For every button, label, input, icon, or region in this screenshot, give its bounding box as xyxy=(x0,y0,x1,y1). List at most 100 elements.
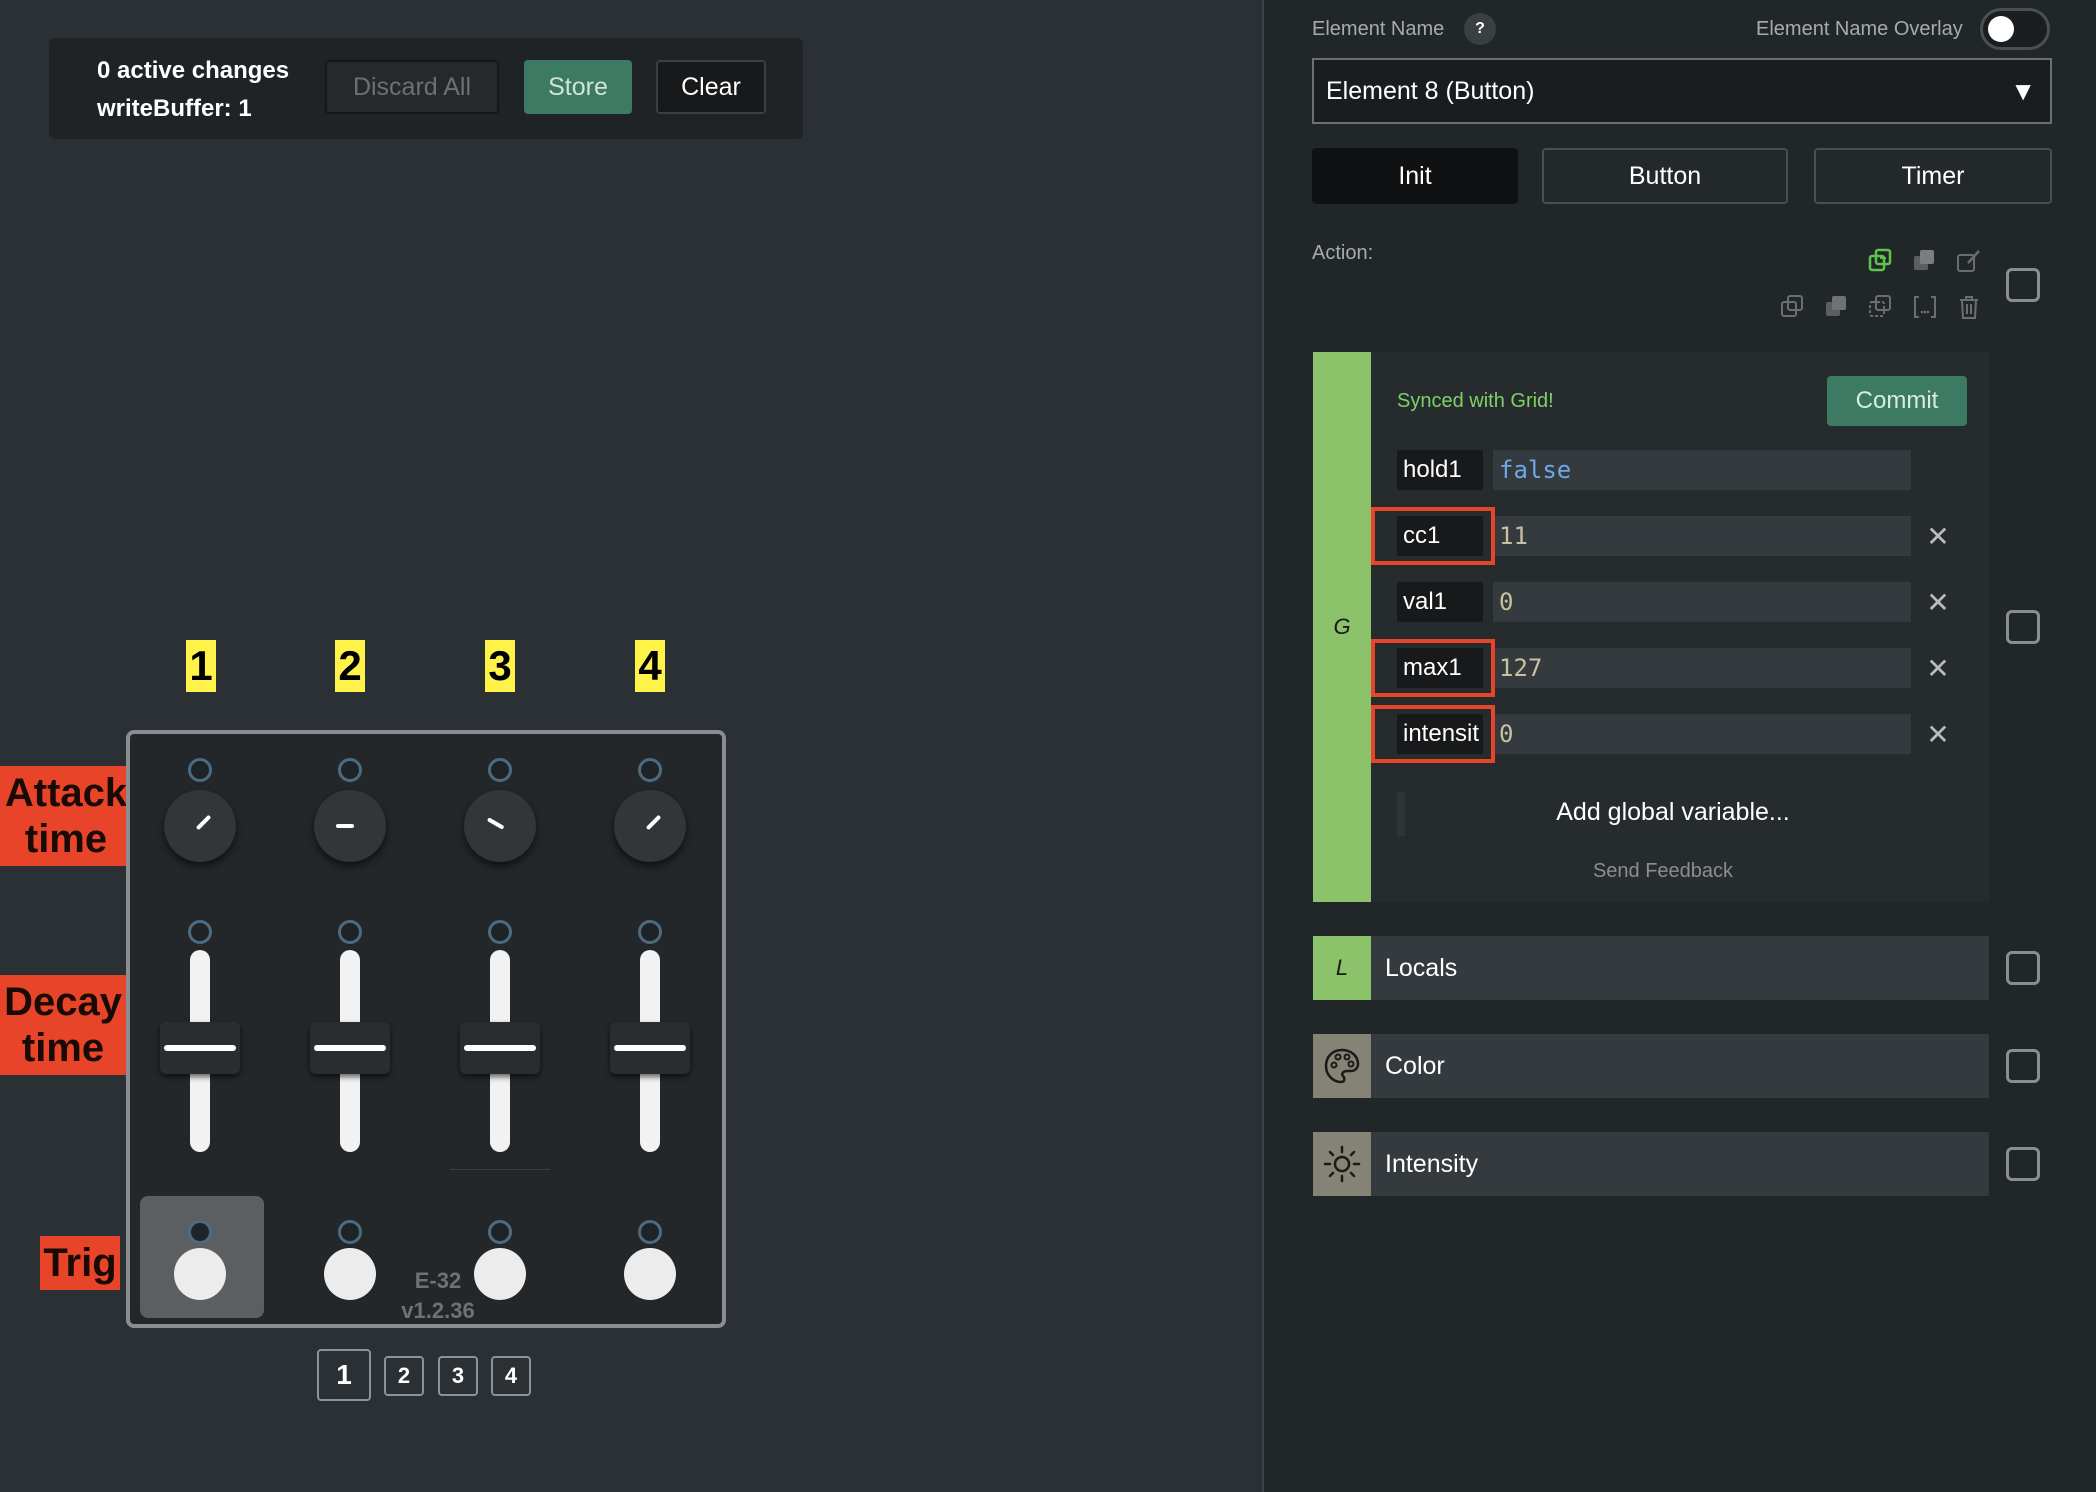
button-2[interactable] xyxy=(324,1248,376,1300)
sync-status: Synced with Grid! xyxy=(1397,390,1554,412)
knob-indicator xyxy=(195,814,212,831)
remove-variable-icon[interactable]: ✕ xyxy=(1925,587,1951,618)
merge-icon[interactable] xyxy=(1866,246,1896,276)
action-label: Action: xyxy=(1312,242,1374,264)
fader-3[interactable] xyxy=(460,1022,540,1074)
decay-time-label: Decay time xyxy=(0,975,126,1075)
variable-value[interactable]: 127 xyxy=(1493,648,1911,688)
selected-element: Element 8 (Button) xyxy=(1326,76,1535,105)
locals-block[interactable]: L Locals xyxy=(1313,936,1989,1000)
changes-bar: 0 active changes writeBuffer: 1 Discard … xyxy=(49,38,803,139)
knob-2[interactable] xyxy=(314,790,386,862)
page-button-3[interactable]: 3 xyxy=(438,1356,478,1396)
editor-canvas: 0 active changes writeBuffer: 1 Discard … xyxy=(0,0,1262,1492)
global-block-tab[interactable]: G xyxy=(1313,352,1371,902)
variable-value[interactable]: 0 xyxy=(1493,582,1911,622)
variable-value[interactable]: false xyxy=(1493,450,1911,490)
module-version: v1.2.36 xyxy=(401,1298,475,1323)
global-block-checkbox[interactable] xyxy=(2006,610,2040,644)
led xyxy=(638,1220,662,1244)
knob-indicator xyxy=(645,814,662,831)
commit-button[interactable]: Commit xyxy=(1827,376,1967,426)
element-name-label: Element Name xyxy=(1312,18,1445,40)
help-icon[interactable]: ? xyxy=(1464,13,1496,45)
edit-code-icon[interactable] xyxy=(1954,246,1984,276)
knob-1[interactable] xyxy=(164,790,236,862)
fader-4[interactable] xyxy=(610,1022,690,1074)
remove-variable-icon[interactable]: ✕ xyxy=(1925,719,1951,750)
column-label-1: 1 xyxy=(186,640,216,692)
led xyxy=(188,1220,212,1244)
add-variable-handle xyxy=(1397,792,1405,836)
send-feedback-link[interactable]: Send Feedback xyxy=(1433,860,1893,883)
module-model: E-32 xyxy=(414,1268,462,1293)
color-checkbox[interactable] xyxy=(2006,1049,2040,1083)
palette-icon xyxy=(1313,1034,1371,1098)
intensity-checkbox[interactable] xyxy=(2006,1147,2040,1181)
overlay-label: Element Name Overlay xyxy=(1756,18,1963,40)
page-button-4[interactable]: 4 xyxy=(491,1356,531,1396)
tab-button[interactable]: Button xyxy=(1542,148,1788,204)
led xyxy=(488,1220,512,1244)
variable-name[interactable]: val1 xyxy=(1397,582,1483,622)
variable-value[interactable]: 0 xyxy=(1493,714,1911,754)
led xyxy=(638,920,662,944)
element-select[interactable]: Element 8 (Button) ▼ xyxy=(1312,58,2052,124)
led xyxy=(338,920,362,944)
knob-indicator xyxy=(486,817,505,830)
locals-icon: L xyxy=(1313,936,1371,1000)
color-block[interactable]: Color xyxy=(1313,1034,1989,1098)
column-label-3: 3 xyxy=(485,640,515,692)
led xyxy=(488,920,512,944)
intensity-block[interactable]: Intensity xyxy=(1313,1132,1989,1196)
block-label: Locals xyxy=(1385,953,1458,982)
page-button-1[interactable]: 1 xyxy=(317,1349,371,1401)
highlight-box xyxy=(1371,507,1495,565)
column-label-4: 4 xyxy=(635,640,665,692)
e32-module: E-32 v1.2.36 xyxy=(126,730,726,1328)
cut-icon[interactable] xyxy=(1866,292,1896,322)
overlay-toggle[interactable] xyxy=(1980,8,2050,50)
copy-all-icon[interactable] xyxy=(1910,246,1940,276)
inspector-panel: Element Name ? Element Name Overlay Elem… xyxy=(1264,0,2096,1492)
fader-cap-line xyxy=(614,1045,686,1051)
led xyxy=(338,758,362,782)
discard-all-button[interactable]: Discard All xyxy=(325,60,499,114)
clear-button[interactable]: Clear xyxy=(656,60,766,114)
led xyxy=(188,920,212,944)
tab-timer[interactable]: Timer xyxy=(1814,148,2052,204)
button-4[interactable] xyxy=(624,1248,676,1300)
fader-cap-line xyxy=(164,1045,236,1051)
add-global-variable-button[interactable]: Add global variable... xyxy=(1433,798,1913,827)
dropdown-arrow-icon: ▼ xyxy=(2010,76,2036,106)
fader-cap-line xyxy=(464,1045,536,1051)
paste-icon[interactable] xyxy=(1822,292,1852,322)
knob-indicator xyxy=(336,824,354,828)
button-1[interactable] xyxy=(174,1248,226,1300)
select-all-checkbox[interactable] xyxy=(2006,268,2040,302)
fader-1[interactable] xyxy=(160,1022,240,1074)
changes-status: 0 active changes writeBuffer: 1 xyxy=(97,52,289,128)
comment-icon[interactable] xyxy=(1910,292,1940,322)
led xyxy=(338,1220,362,1244)
store-button[interactable]: Store xyxy=(524,60,632,114)
knob-3[interactable] xyxy=(464,790,536,862)
variable-value[interactable]: 11 xyxy=(1493,516,1911,556)
remove-variable-icon[interactable]: ✕ xyxy=(1925,521,1951,552)
highlight-box xyxy=(1371,705,1495,763)
knob-4[interactable] xyxy=(614,790,686,862)
block-label: Color xyxy=(1385,1051,1445,1080)
tab-init[interactable]: Init xyxy=(1312,148,1518,204)
copy-icon[interactable] xyxy=(1778,292,1808,322)
block-label: Intensity xyxy=(1385,1149,1479,1178)
highlight-box xyxy=(1371,639,1495,697)
global-variables-block: G Synced with Grid! Commit hold1 false c… xyxy=(1313,352,1989,902)
remove-variable-icon[interactable]: ✕ xyxy=(1925,653,1951,684)
locals-checkbox[interactable] xyxy=(2006,951,2040,985)
trash-icon[interactable] xyxy=(1954,292,1984,322)
page-button-2[interactable]: 2 xyxy=(384,1356,424,1396)
led xyxy=(488,758,512,782)
fader-2[interactable] xyxy=(310,1022,390,1074)
variable-name[interactable]: hold1 xyxy=(1397,450,1483,490)
column-label-2: 2 xyxy=(335,640,365,692)
